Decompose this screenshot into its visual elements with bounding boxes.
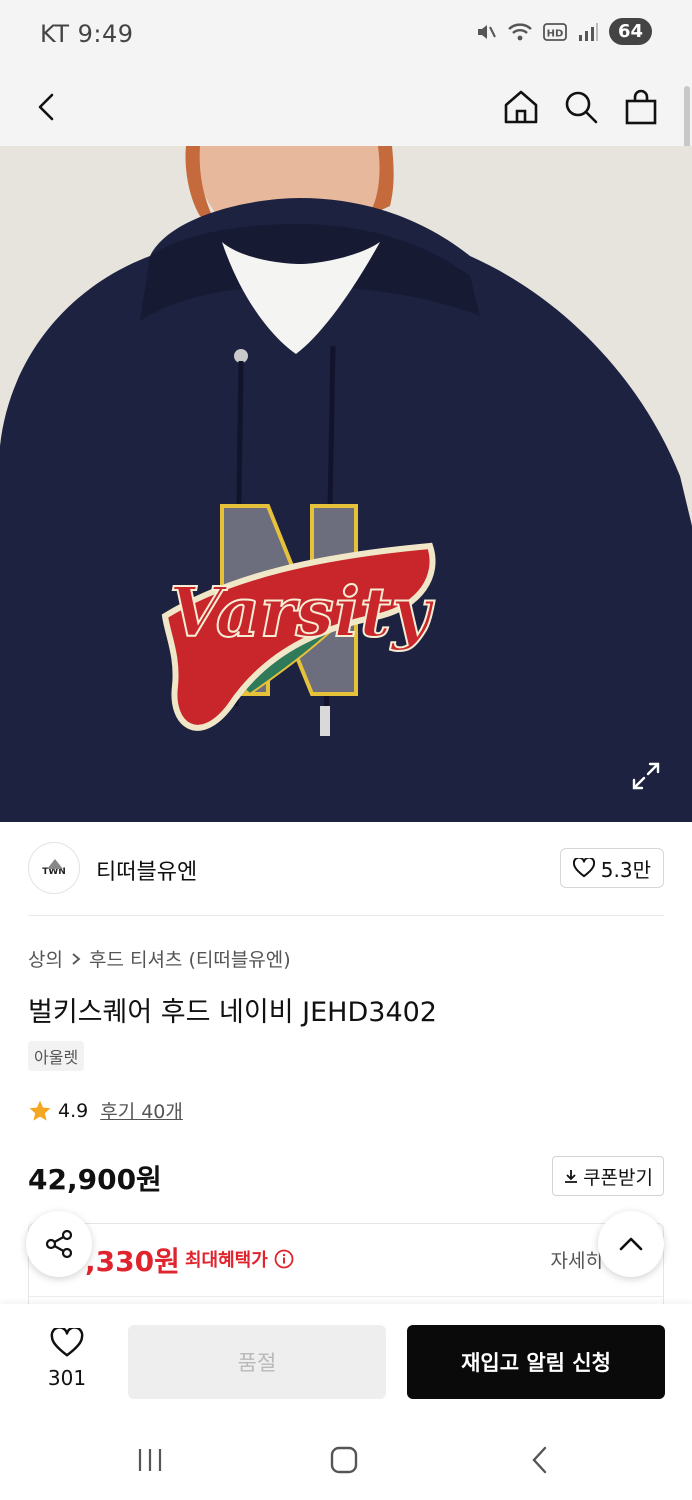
hoodie-photo: Varsity (0, 146, 692, 822)
search-icon (565, 91, 598, 124)
home-nav-button[interactable] (322, 1438, 366, 1482)
benefit-divider (29, 1296, 663, 1297)
info-icon[interactable] (274, 1249, 294, 1269)
divider (28, 915, 664, 916)
home-icon (504, 90, 538, 124)
product-title: 벌키스퀘어 후드 네이비 JEHD3402 (28, 997, 437, 1028)
hd-icon: HD (543, 22, 567, 41)
max-benefit-label-text: 최대혜택가 (185, 1250, 268, 1271)
max-benefit-label: 최대혜택가 (185, 1246, 294, 1272)
product-price: 42,900원 (28, 1163, 162, 1196)
scroll-to-top-button[interactable] (598, 1211, 664, 1277)
wishlist-count: 301 (47, 1366, 87, 1390)
product-image[interactable]: Varsity (0, 146, 692, 822)
search-button[interactable] (558, 84, 604, 130)
restock-alert-button[interactable]: 재입고 알림 신청 (407, 1325, 665, 1399)
brand-logo[interactable]: TWN (28, 842, 80, 894)
system-nav-bar (0, 1420, 692, 1500)
svg-text:HD: HD (547, 28, 564, 39)
breadcrumb-category[interactable]: 상의 (28, 945, 63, 972)
recent-apps-icon (138, 1449, 162, 1471)
mute-icon (477, 24, 496, 39)
coupon-label: 쿠폰받기 (583, 1166, 653, 1189)
download-icon (565, 1170, 578, 1183)
breadcrumb-subcategory[interactable]: 후드 티셔츠 (티떠블유엔) (89, 945, 291, 972)
bag-icon (625, 89, 657, 125)
benefit-detail-link[interactable]: 자세히 (551, 1246, 603, 1273)
app-bar (0, 70, 692, 146)
breadcrumb: 상의 후드 티셔츠 (티떠블유엔) (28, 945, 291, 972)
chevron-right-icon (72, 952, 81, 965)
wifi-icon (508, 22, 532, 40)
share-icon (45, 1229, 73, 1259)
share-button[interactable] (26, 1211, 92, 1277)
back-icon (38, 93, 54, 121)
wishlist-button[interactable]: 301 (36, 1326, 98, 1390)
expand-icon (632, 762, 660, 790)
heart-outline-icon (572, 858, 595, 878)
max-benefit-price: ,330원 (85, 1245, 180, 1278)
brand-row[interactable]: TWN 티떠블유엔 5.3만 (28, 840, 664, 898)
home-circle-icon (330, 1446, 358, 1474)
system-back-button[interactable] (518, 1438, 562, 1482)
brand-logo-mark-icon (47, 859, 63, 869)
status-icons: HD 64 (475, 18, 652, 45)
brand-name[interactable]: 티떠블유엔 (96, 854, 197, 886)
rating-value: 4.9 (58, 1099, 89, 1122)
sold-out-button[interactable]: 품절 (128, 1325, 386, 1399)
back-button[interactable] (24, 84, 70, 130)
rating-row: 4.9 후기 40개 (28, 1097, 183, 1124)
expand-image-button[interactable] (628, 758, 664, 794)
nav-back-icon (532, 1446, 547, 1474)
star-icon (29, 1100, 51, 1121)
status-time: KT 9:49 (40, 20, 134, 48)
bag-button[interactable] (618, 84, 664, 130)
heart-icon (50, 1326, 84, 1357)
status-bar: KT 9:49 HD 64 (0, 0, 692, 70)
purchase-bar: 301 품절 재입고 알림 신청 (0, 1304, 692, 1420)
home-button[interactable] (498, 84, 544, 130)
outlet-badge: 아울렛 (28, 1041, 85, 1071)
brand-like-count: 5.3만 (600, 857, 651, 882)
patch-text: Varsity (169, 573, 435, 653)
recent-apps-button[interactable] (128, 1438, 172, 1482)
brand-like-button[interactable]: 5.3만 (559, 848, 664, 888)
coupon-button[interactable]: 쿠폰받기 (552, 1156, 664, 1196)
chevron-up-icon (619, 1237, 643, 1251)
signal-icon (578, 22, 598, 41)
battery-level: 64 (608, 18, 652, 45)
reviews-link[interactable]: 후기 40개 (100, 1097, 183, 1124)
